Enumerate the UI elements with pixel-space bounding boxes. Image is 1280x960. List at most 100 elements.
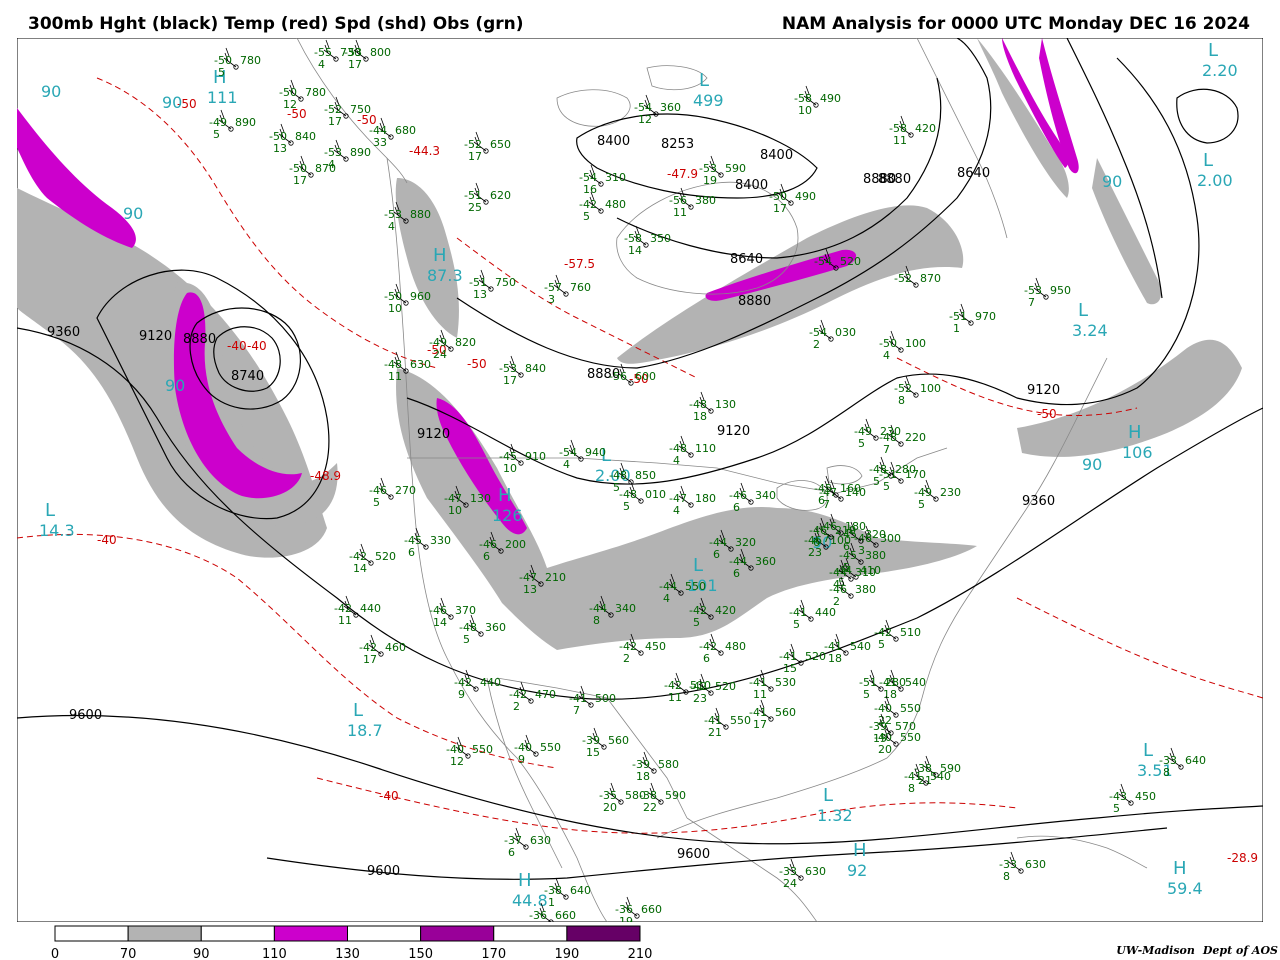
station-dewpoint-depression: 18 <box>883 688 897 701</box>
station-dewpoint-depression: 5 <box>373 496 380 509</box>
station-dewpoint-depression: 23 <box>693 692 707 705</box>
station-temperature: -52 <box>894 272 912 285</box>
station-dewpoint-depression: 5 <box>863 688 870 701</box>
station-height: 630 <box>530 834 551 847</box>
height-label: 8400 <box>735 178 768 193</box>
legend-tick-label: 130 <box>335 947 360 960</box>
station-height: 890 <box>235 116 256 129</box>
station-dewpoint-depression: 4 <box>318 58 325 71</box>
station-height: 450 <box>1135 790 1156 803</box>
station-dewpoint-depression: 11 <box>893 134 907 147</box>
station-height: 750 <box>495 276 516 289</box>
station-dewpoint-depression: 5 <box>218 66 225 79</box>
map-title: 300mb Hght (black) Temp (red) Spd (shd) … <box>28 14 524 34</box>
station-height: 580 <box>658 758 679 771</box>
station-height: 540 <box>905 676 926 689</box>
station-height: 560 <box>775 706 796 719</box>
station-dewpoint-depression: 24 <box>433 348 447 361</box>
station-height: 100 <box>905 337 926 350</box>
station-dewpoint-depression: 6 <box>733 501 740 514</box>
station-height: 270 <box>395 484 416 497</box>
legend-swatch <box>54 925 129 942</box>
station-temperature: -56 <box>609 370 627 383</box>
station-dewpoint-depression: 6 <box>733 567 740 580</box>
station-height: 540 <box>930 770 951 783</box>
station-dewpoint-depression: 7 <box>573 704 580 717</box>
station-dewpoint-depression: 4 <box>673 454 680 467</box>
temperature-label: -44.3 <box>409 144 440 158</box>
station-dewpoint-depression: 10 <box>448 504 462 517</box>
weather-map: 9360 9120 888087408400 82538400840086408640… <box>17 38 1263 922</box>
station-dewpoint-depression: 9 <box>518 753 525 766</box>
extremum-value: 59.4 <box>1167 879 1203 898</box>
station-height: 310 <box>855 566 876 579</box>
legend-tick-label: 90 <box>193 947 210 960</box>
station-dewpoint-depression: 17 <box>363 653 377 666</box>
station-height: 130 <box>715 398 736 411</box>
legend-swatch <box>127 925 202 942</box>
station-height: 320 <box>735 536 756 549</box>
extremum-letter: H <box>1128 422 1142 443</box>
legend-swatch <box>566 925 641 942</box>
station-dewpoint-depression: 17 <box>468 150 482 163</box>
station-height: 780 <box>305 86 326 99</box>
station-height: 960 <box>410 290 431 303</box>
station-height: 230 <box>940 486 961 499</box>
station-dewpoint-depression: 8 <box>908 782 915 795</box>
station-height: 340 <box>755 489 776 502</box>
station-height: 660 <box>641 903 662 916</box>
height-label: 8880 <box>738 294 771 309</box>
station-dewpoint-depression: 24 <box>783 877 797 890</box>
station-dewpoint-depression: 13 <box>273 142 287 155</box>
station-dewpoint-depression: 15 <box>586 746 600 759</box>
station-dewpoint-depression: 10 <box>388 302 402 315</box>
station-dewpoint-depression: 19 <box>703 174 717 187</box>
station-height: 010 <box>645 488 666 501</box>
station-height: 450 <box>645 640 666 653</box>
station-height: 490 <box>820 92 841 105</box>
temperature-label: -28.9 <box>1227 851 1258 865</box>
station-dewpoint-depression: 8 <box>898 394 905 407</box>
extremum-value: 2.20 <box>1202 61 1238 80</box>
station-dewpoint-depression: 10 <box>503 462 517 475</box>
temperature-label: -57.5 <box>564 257 595 271</box>
station-height: 520 <box>840 255 861 268</box>
station-dewpoint-depression: 20 <box>603 801 617 814</box>
extremum-value: 106 <box>1122 443 1153 462</box>
station-height: 750 <box>350 103 371 116</box>
height-label: 9120 <box>717 424 750 439</box>
station-dewpoint-depression: 8 <box>593 614 600 627</box>
station-dewpoint-depression: 11 <box>338 614 352 627</box>
station-dewpoint-depression: 6 <box>508 846 515 859</box>
speed-label: 90 <box>1082 455 1102 474</box>
temperature-label: -40 <box>379 789 399 803</box>
station-height: 870 <box>315 162 336 175</box>
extremum-letter: L <box>1203 150 1213 171</box>
station-dewpoint-depression: 8 <box>1163 766 1170 779</box>
station-height: 110 <box>695 442 716 455</box>
station-dewpoint-depression: 33 <box>373 136 387 149</box>
station-dewpoint-depression: 22 <box>643 801 657 814</box>
station-dewpoint-depression: 5 <box>583 210 590 223</box>
height-label: 8253 <box>661 137 694 152</box>
station-temperature: -54 <box>814 255 832 268</box>
station-height: 200 <box>505 538 526 551</box>
speed-label: 90 <box>162 93 182 112</box>
temperature-label: -40 <box>97 533 117 547</box>
station-dewpoint-depression: 3 <box>858 544 865 557</box>
height-label: 9120 <box>417 427 450 442</box>
station-height: 210 <box>835 524 856 537</box>
height-label: 8640 <box>957 166 990 181</box>
station-height: 280 <box>885 676 906 689</box>
extremum-letter: H <box>853 840 867 861</box>
station-height: 100 <box>920 382 941 395</box>
station-height: 950 <box>1050 284 1071 297</box>
legend-tick-label: 70 <box>120 947 137 960</box>
station-height: 630 <box>1025 858 1046 871</box>
station-dewpoint-depression: 6 <box>813 536 820 549</box>
station-height: 680 <box>395 124 416 137</box>
speed-label: 90 <box>1102 172 1122 191</box>
station-height: 550 <box>730 714 751 727</box>
speed-legend-bar <box>54 925 641 942</box>
station-dewpoint-depression: 2 <box>623 652 630 665</box>
